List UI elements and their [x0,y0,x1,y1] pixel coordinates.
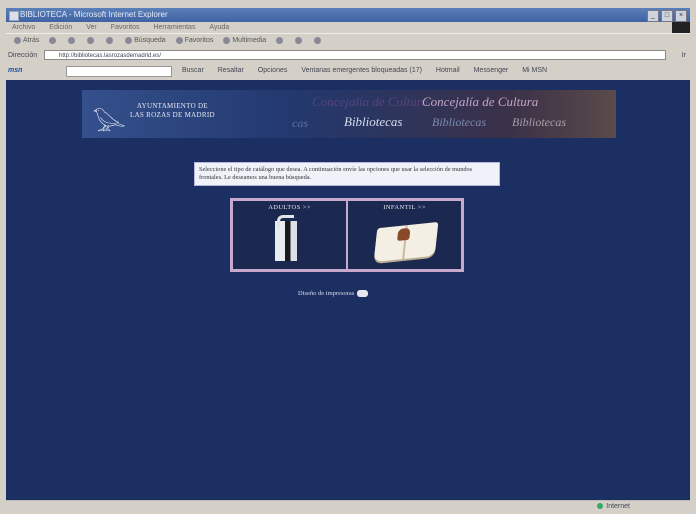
msn-highlight-button[interactable]: Resaltar [218,67,244,74]
helper-text: Diseño de impresoras [298,290,355,297]
msn-search-input[interactable] [66,66,172,77]
msn-links: Buscar Resaltar Opciones Ventanas emerge… [182,64,559,78]
children-catalog-link[interactable]: INFANTIL >> [346,201,461,269]
popup-blocker-button[interactable]: Ventanas emergentes bloqueadas (17) [301,67,422,74]
back-label: Atrás [23,37,40,44]
standard-toolbar: Atrás Búsqueda Favoritos Multimedia [6,33,690,48]
open-book-image [373,221,439,263]
go-button[interactable]: Ir [682,49,686,62]
banner-phrase: Concejalía de Cultura [422,94,539,109]
multimedia-label: Multimedia [232,37,267,44]
favorites-label: Favoritos [184,37,214,44]
star-icon [175,36,183,44]
msn-options-button[interactable]: Opciones [258,67,288,74]
book-figure [397,227,411,241]
children-catalog-label: INFANTIL >> [383,204,426,211]
banner-phrase: Concejalía de Cultura [312,94,429,109]
menu-view[interactable]: Ver [86,24,97,31]
search-button[interactable]: Búsqueda [125,34,166,48]
zone-indicator: Internet [597,501,630,513]
msn-logo[interactable]: msn [8,64,22,78]
refresh-icon [87,36,95,44]
back-arrow-icon [14,36,21,44]
mail-button[interactable] [295,34,304,48]
ayuntamiento-line1: AYUNTAMIENTO DE [136,102,208,110]
mail-icon [295,36,303,44]
close-button[interactable]: × [675,10,687,22]
menu-file[interactable]: Archivo [12,24,35,31]
address-label: Dirección [8,52,38,59]
menu-favorites[interactable]: Favoritos [111,24,140,31]
window-title: BIBLIOTECA - Microsoft Internet Explorer [20,10,168,19]
banner-phrase: Bibliotecas [432,115,486,129]
favorites-button[interactable]: Favoritos [175,34,214,48]
stop-button[interactable] [68,34,77,48]
media-icon [223,36,231,44]
ayuntamiento-line2: LAS ROZAS DE MADRID [130,111,215,119]
msn-search-button[interactable]: Buscar [182,67,204,74]
maximize-button[interactable]: □ [661,10,673,22]
adult-catalog-link[interactable]: ADULTOS >> [233,201,346,269]
back-button[interactable]: Atrás [14,34,39,48]
home-icon [106,36,114,44]
browser-window: BIBLIOTECA - Microsoft Internet Explorer… [0,0,696,514]
refresh-button[interactable] [87,34,96,48]
title-bar[interactable]: BIBLIOTECA - Microsoft Internet Explorer… [6,8,690,22]
ie-icon [9,11,19,21]
zone-label: Internet [606,503,630,510]
adult-catalog-label: ADULTOS >> [268,204,311,211]
internet-zone-icon [597,503,604,510]
stork-logo-icon: 𓅪 [92,110,126,143]
print-button[interactable] [314,34,323,48]
hotmail-button[interactable]: Hotmail [436,67,460,74]
search-icon [125,36,133,44]
stop-icon [68,36,76,44]
page-content: 𓅪 AYUNTAMIENTO DE LAS ROZAS DE MADRID Co… [6,80,690,500]
printer-icon [357,290,369,298]
catalog-selector: ADULTOS >> INFANTIL >> [230,198,464,272]
instructions-box: Seleccione el tipo de catálogo que desea… [194,162,500,186]
home-button[interactable] [106,34,115,48]
banner-phrase: Bibliotecas [512,115,566,129]
menu-help[interactable]: Ayuda [209,24,229,31]
history-button[interactable] [276,34,285,48]
window-controls: _ □ × [647,10,687,22]
site-banner: 𓅪 AYUNTAMIENTO DE LAS ROZAS DE MADRID Co… [82,90,616,143]
address-bar: Dirección http://bibliotecas.lasrozasdem… [6,49,690,62]
multimedia-button[interactable]: Multimedia [223,34,266,48]
status-bar: Internet [6,500,690,513]
messenger-button[interactable]: Messenger [474,67,509,74]
forward-arrow-icon [49,36,57,44]
minimize-button[interactable]: _ [647,10,659,22]
ayuntamiento-name: AYUNTAMIENTO DE LAS ROZAS DE MADRID [130,102,215,120]
print-icon [314,36,322,44]
forward-button[interactable] [49,34,58,48]
adult-reading-image [275,215,297,261]
search-label: Búsqueda [134,37,166,44]
my-msn-button[interactable]: Mi MSN [522,67,547,74]
address-input[interactable]: http://bibliotecas.lasrozasdemadrid.es/ [44,50,666,60]
menu-edit[interactable]: Edición [49,24,72,31]
menu-bar: Archivo Edición Ver Favoritos Herramient… [6,22,690,33]
menu-tools[interactable]: Herramientas [153,24,195,31]
banner-phrase: Bibliotecas [344,114,403,129]
banner-phrase: cas [292,116,308,130]
helper-link[interactable]: Diseño de impresoras [298,290,369,298]
msn-toolbar: msn Buscar Resaltar Opciones Ventanas em… [6,64,690,78]
history-icon [276,36,284,44]
windows-logo-icon [672,22,690,33]
